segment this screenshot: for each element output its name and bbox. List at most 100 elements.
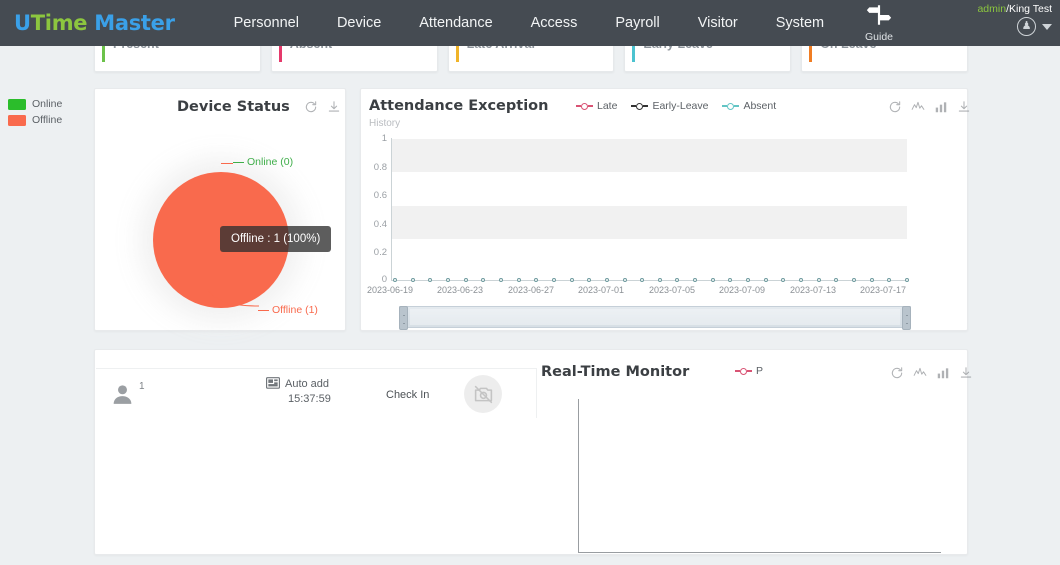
chart-point — [710, 278, 715, 282]
chart-point — [675, 278, 680, 282]
person-icon — [113, 385, 132, 404]
device-status-legend: Online Offline — [8, 98, 62, 130]
guide-button[interactable]: Guide — [856, 2, 902, 43]
no-photo-placeholder — [464, 375, 502, 413]
nav-item-system[interactable]: System — [757, 15, 843, 31]
chart-point — [622, 278, 627, 282]
chart-point — [569, 278, 574, 282]
legend-label-online: Online — [32, 98, 63, 110]
download-icon[interactable] — [959, 366, 973, 380]
line-chart-icon[interactable] — [913, 366, 927, 380]
user-area: admin/King Test ♟ — [977, 3, 1052, 36]
chart-zoom-handle-right[interactable] — [902, 306, 911, 330]
chart-point — [728, 278, 733, 282]
punch-source-label: Auto add — [285, 377, 330, 390]
pie-leader-line-online — [221, 163, 233, 164]
bar-chart-icon[interactable] — [936, 366, 950, 380]
y-tick-1: 1 — [381, 133, 387, 144]
camera-off-icon — [474, 385, 492, 403]
x-tick-6: 2023-07-13 — [790, 285, 837, 295]
chart-point — [604, 278, 609, 282]
chart-point — [657, 278, 662, 282]
chart-band — [391, 206, 907, 239]
pie-label-offline-text: Offline (1) — [272, 304, 318, 316]
chart-zoom-slider[interactable] — [399, 306, 911, 330]
chart-point — [516, 278, 521, 282]
refresh-icon[interactable] — [304, 100, 318, 114]
legend-marker-p — [735, 367, 752, 375]
chart-point — [393, 278, 397, 282]
x-tick-1: 2023-06-23 — [437, 285, 484, 295]
chart-point — [852, 278, 857, 282]
pie-leader-line-offline — [206, 288, 260, 307]
legend-swatch-offline — [8, 114, 26, 126]
nav-item-personnel[interactable]: Personnel — [215, 15, 318, 31]
punch-source-row: Auto add — [266, 377, 331, 390]
x-tick-5: 2023-07-09 — [719, 285, 766, 295]
refresh-icon[interactable] — [890, 366, 904, 380]
chart-point — [834, 278, 839, 282]
download-icon[interactable] — [327, 100, 341, 114]
y-tick-0.6: 0.6 — [373, 190, 387, 201]
legend-item-p[interactable]: P — [735, 365, 763, 377]
chart-x-axis — [391, 280, 907, 281]
device-status-toolbar — [304, 100, 341, 114]
app-logo[interactable]: UTime Master — [14, 11, 175, 35]
realtime-monitor-toolbar — [890, 366, 973, 380]
x-tick-4: 2023-07-05 — [649, 285, 696, 295]
chart-band — [391, 139, 907, 172]
pie-label-dash — [233, 161, 244, 163]
chart-point — [463, 278, 468, 282]
attendance-exception-panel: Attendance Exception History Late Early-… — [360, 88, 970, 332]
chart-point — [781, 278, 786, 282]
chart-point — [905, 278, 909, 282]
nav-item-attendance[interactable]: Attendance — [400, 15, 511, 31]
chart-zoom-selection — [410, 309, 900, 325]
nav-item-device[interactable]: Device — [318, 15, 400, 31]
nav-item-access[interactable]: Access — [512, 15, 597, 31]
user-menu-trigger[interactable]: ♟ — [977, 17, 1052, 36]
device-icon — [266, 377, 280, 389]
logo-part-1: U — [14, 11, 31, 35]
attendance-exception-chart[interactable]: 1 0.8 0.6 0.4 0.2 0 2023-06-19 2023-06-2… — [361, 89, 969, 332]
chart-point — [498, 278, 503, 282]
chart-point — [640, 278, 645, 282]
legend-item-offline[interactable]: Offline — [8, 114, 62, 126]
device-status-title: Device Status — [177, 99, 290, 115]
y-tick-0.4: 0.4 — [373, 219, 387, 230]
avatar: ♟ — [1017, 17, 1036, 36]
pie-label-online-text: Online (0) — [247, 156, 294, 168]
chart-point — [763, 278, 768, 282]
realtime-monitor-legend: P — [735, 365, 763, 377]
legend-swatch-online — [8, 98, 26, 110]
chart-point — [816, 278, 821, 282]
user-identity: admin/King Test — [977, 3, 1052, 15]
chart-point — [869, 278, 874, 282]
y-tick-0: 0 — [381, 274, 387, 285]
chart-zoom-handle-left[interactable] — [399, 306, 408, 330]
realtime-chart-x-axis — [578, 552, 941, 553]
user-name: /King Test — [1006, 3, 1052, 15]
legend-label-offline: Offline — [32, 114, 63, 126]
chart-point — [746, 278, 751, 282]
nav-item-visitor[interactable]: Visitor — [679, 15, 757, 31]
chart-point — [445, 278, 450, 282]
user-role: admin — [977, 3, 1007, 15]
legend-item-online[interactable]: Online — [8, 98, 62, 110]
y-tick-0.8: 0.8 — [373, 162, 387, 173]
realtime-monitor-title: Real-Time Monitor — [541, 364, 690, 380]
chart-y-axis — [391, 138, 392, 280]
x-tick-3: 2023-07-01 — [578, 285, 625, 295]
x-tick-7: 2023-07-17 — [860, 285, 907, 295]
pie-label-online: Online (0) — [233, 156, 293, 168]
chart-point — [534, 278, 539, 282]
punch-time: 15:37:59 — [288, 393, 331, 405]
panel-divider — [536, 368, 537, 418]
punch-source: Auto add 15:37:59 — [266, 377, 331, 405]
chart-point — [551, 278, 556, 282]
list-item[interactable]: 1 Auto add 15:37:59 Check In — [96, 368, 536, 420]
top-navigation-bar: UTime Master Personnel Device Attendance… — [0, 0, 1060, 46]
signpost-icon — [866, 5, 892, 25]
x-tick-2: 2023-06-27 — [508, 285, 555, 295]
nav-item-payroll[interactable]: Payroll — [596, 15, 678, 31]
